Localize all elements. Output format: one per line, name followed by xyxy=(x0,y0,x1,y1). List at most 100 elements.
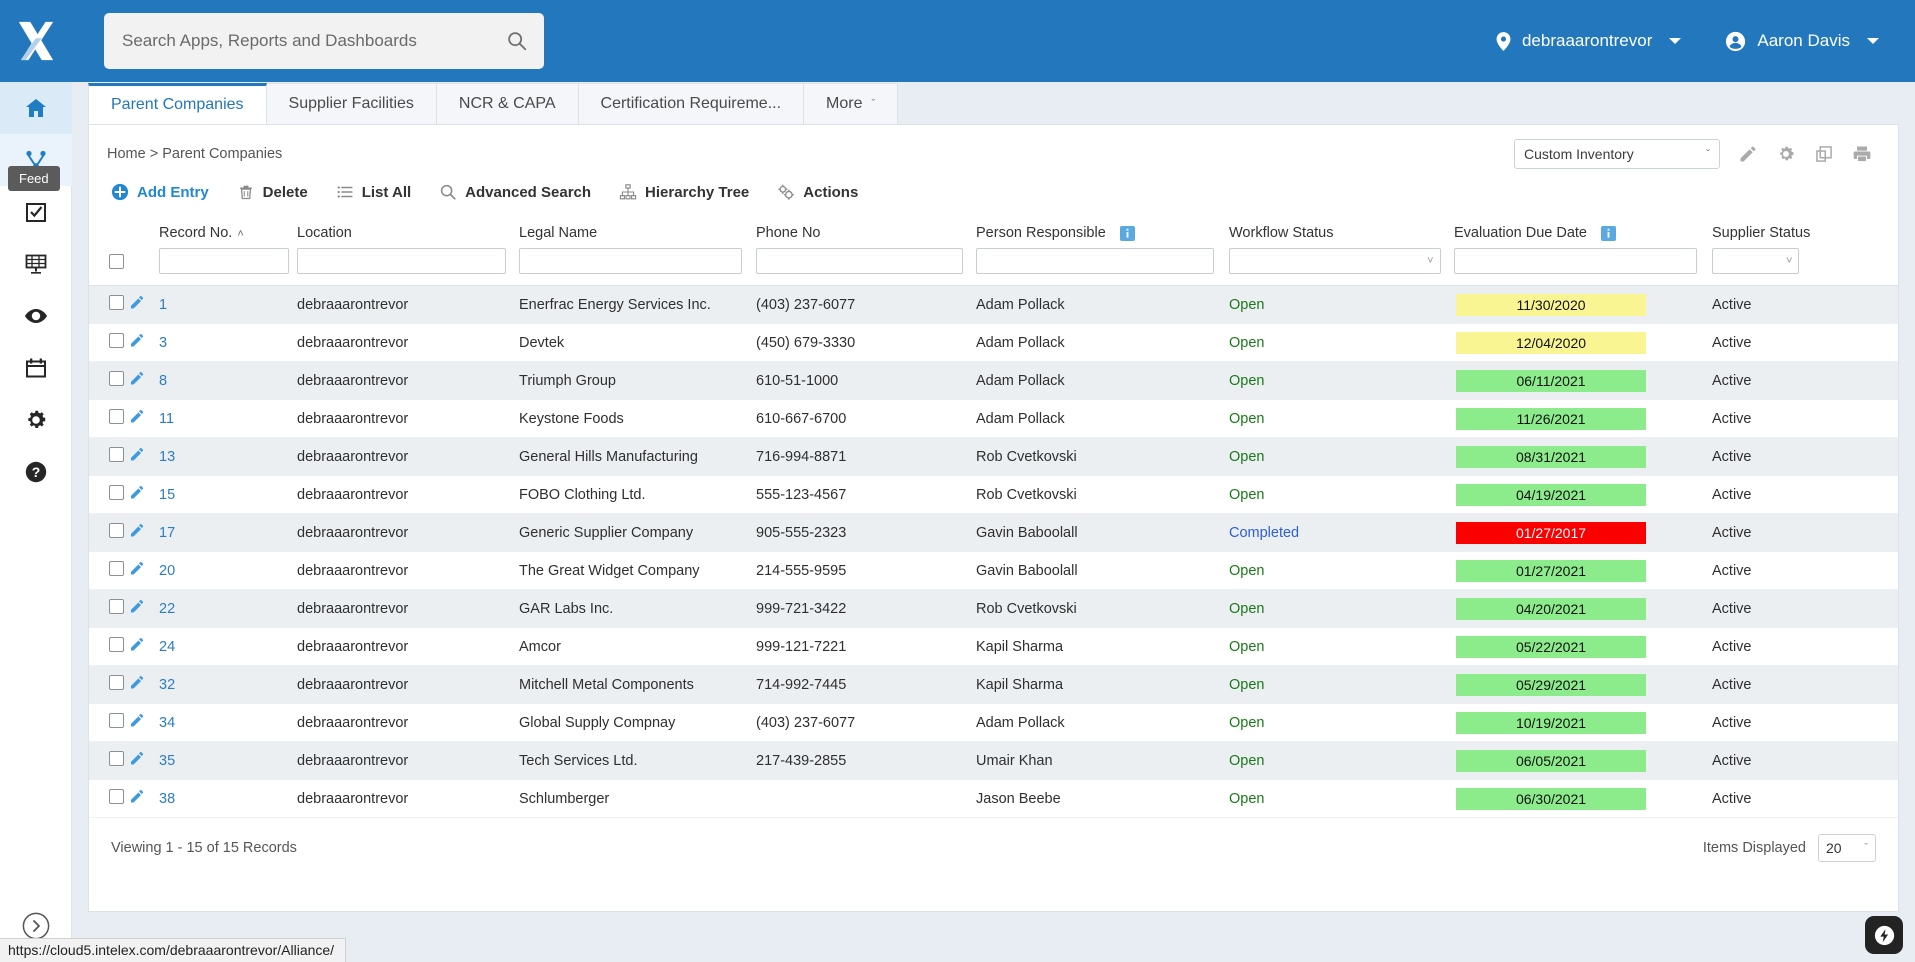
sidebar-item-calendar[interactable] xyxy=(0,342,72,394)
record-no-link[interactable]: 20 xyxy=(159,563,175,579)
table-row[interactable]: 3 debraaarontrevor Devtek (450) 679-3330 Ada… xyxy=(89,323,1898,362)
filter-supplier-status[interactable]: ˅ xyxy=(1712,248,1800,274)
sidebar-item-views[interactable] xyxy=(0,290,72,342)
add-entry-button[interactable]: Add Entry xyxy=(111,183,209,201)
record-no-link[interactable]: 15 xyxy=(159,487,175,503)
record-no-link[interactable]: 13 xyxy=(159,449,175,465)
row-checkbox[interactable] xyxy=(109,333,124,348)
info-icon[interactable] xyxy=(1119,225,1135,241)
row-checkbox[interactable] xyxy=(109,447,124,462)
tab-ncr-capa[interactable]: NCR & CAPA xyxy=(436,83,579,124)
record-no-link[interactable]: 22 xyxy=(159,601,175,617)
record-no-link[interactable]: 1 xyxy=(159,297,167,313)
record-no-link[interactable]: 34 xyxy=(159,715,175,731)
edit-pencil-icon[interactable] xyxy=(129,789,144,804)
filter-workflow-status[interactable]: ˅ xyxy=(1229,248,1441,274)
table-row[interactable]: 35 debraaarontrevor Tech Services Ltd. 217-… xyxy=(89,741,1898,780)
row-checkbox[interactable] xyxy=(109,485,124,500)
record-no-link[interactable]: 38 xyxy=(159,791,175,807)
edit-pencil-icon[interactable] xyxy=(129,447,144,462)
edit-pencil-icon[interactable] xyxy=(129,295,144,310)
filter-phone-no[interactable] xyxy=(756,248,963,274)
search-input[interactable] xyxy=(122,31,506,51)
record-no-link[interactable]: 35 xyxy=(159,753,175,769)
table-row[interactable]: 8 debraaarontrevor Triumph Group 610-51-100… xyxy=(89,361,1898,400)
tab-more[interactable]: More ˇ xyxy=(804,83,899,124)
record-no-link[interactable]: 24 xyxy=(159,639,175,655)
workflow-status-value[interactable]: Completed xyxy=(1229,525,1299,541)
record-no-link[interactable]: 8 xyxy=(159,373,167,389)
select-all-checkbox[interactable] xyxy=(109,254,124,269)
sidebar-collapse-button[interactable] xyxy=(0,912,72,940)
delete-button[interactable]: Delete xyxy=(237,183,308,201)
chevron-down-icon[interactable] xyxy=(1867,38,1879,44)
row-checkbox[interactable] xyxy=(109,713,124,728)
row-checkbox[interactable] xyxy=(109,409,124,424)
sidebar-item-settings[interactable] xyxy=(0,394,72,446)
table-row[interactable]: 20 debraaarontrevor The Great Widget Compa… xyxy=(89,551,1898,590)
table-row[interactable]: 17 debraaarontrevor Generic Supplier Compa… xyxy=(89,513,1898,552)
edit-pencil-icon[interactable] xyxy=(129,485,144,500)
gear-icon[interactable] xyxy=(1776,144,1796,164)
tab-supplier-facilities[interactable]: Supplier Facilities xyxy=(266,83,437,124)
user-menu[interactable]: Aaron Davis xyxy=(1725,31,1879,52)
sidebar-item-tasks[interactable] xyxy=(0,186,72,238)
table-row[interactable]: 38 debraaarontrevor Schlumberger Jason Beeb… xyxy=(89,779,1898,818)
filter-record-no[interactable] xyxy=(159,248,289,274)
advanced-search-button[interactable]: Advanced Search xyxy=(439,183,591,201)
view-selector[interactable]: Custom Inventory ˇ xyxy=(1514,139,1720,169)
table-row[interactable]: 1 debraaarontrevor Enerfrac Energy Service… xyxy=(89,285,1898,324)
info-icon[interactable] xyxy=(1601,225,1617,241)
table-row[interactable]: 11 debraaarontrevor Keystone Foods 610-667-… xyxy=(89,399,1898,438)
filter-person-responsible[interactable] xyxy=(976,248,1214,274)
edit-pencil-icon[interactable] xyxy=(129,409,144,424)
global-search[interactable] xyxy=(104,13,544,69)
tenant-selector[interactable]: debraaarontrevor xyxy=(1496,31,1682,51)
edit-pencil-icon[interactable] xyxy=(129,637,144,652)
row-checkbox[interactable] xyxy=(109,751,124,766)
edit-pencil-icon[interactable] xyxy=(129,523,144,538)
tab-certification-requirements[interactable]: Certification Requireme... xyxy=(578,83,805,124)
edit-pencil-icon[interactable] xyxy=(129,713,144,728)
hierarchy-tree-button[interactable]: Hierarchy Tree xyxy=(619,183,749,201)
record-no-link[interactable]: 32 xyxy=(159,677,175,693)
row-checkbox[interactable] xyxy=(109,295,124,310)
actions-button[interactable]: Actions xyxy=(777,183,858,201)
edit-pencil-icon[interactable] xyxy=(129,561,144,576)
table-row[interactable]: 22 debraaarontrevor GAR Labs Inc. 999-721-3… xyxy=(89,589,1898,628)
sidebar-item-help[interactable]: ? xyxy=(0,446,72,498)
row-checkbox[interactable] xyxy=(109,599,124,614)
row-checkbox[interactable] xyxy=(109,561,124,576)
table-row[interactable]: 24 debraaarontrevor Amcor 999-121-7221 Kapil… xyxy=(89,627,1898,666)
print-icon[interactable] xyxy=(1852,144,1872,164)
app-logo[interactable] xyxy=(0,0,72,82)
assistant-fab-button[interactable] xyxy=(1865,916,1903,954)
search-icon[interactable] xyxy=(506,30,528,52)
filter-location[interactable] xyxy=(297,248,506,274)
row-checkbox[interactable] xyxy=(109,371,124,386)
chevron-down-icon[interactable] xyxy=(1669,38,1682,44)
record-no-link[interactable]: 17 xyxy=(159,525,175,541)
table-row[interactable]: 32 debraaarontrevor Mitchell Metal Compone… xyxy=(89,665,1898,704)
edit-pencil-icon[interactable] xyxy=(1738,144,1758,164)
filter-legal-name[interactable] xyxy=(519,248,742,274)
filter-evaluation-due-date[interactable] xyxy=(1454,248,1697,274)
items-displayed-select[interactable]: 20 ˇ xyxy=(1818,834,1876,862)
edit-pencil-icon[interactable] xyxy=(129,751,144,766)
sidebar-item-home[interactable] xyxy=(0,82,72,134)
tab-parent-companies[interactable]: Parent Companies xyxy=(88,83,267,124)
table-row[interactable]: 15 debraaarontrevor FOBO Clothing Ltd. 555-… xyxy=(89,475,1898,514)
sort-asc-icon[interactable]: ˄ xyxy=(237,228,243,240)
table-row[interactable]: 34 debraaarontrevor Global Supply Compnay(… xyxy=(89,703,1898,742)
table-row[interactable]: 13 debraaarontrevor General Hills Manufact… xyxy=(89,437,1898,476)
edit-pencil-icon[interactable] xyxy=(129,371,144,386)
row-checkbox[interactable] xyxy=(109,523,124,538)
sidebar-item-dashboards[interactable] xyxy=(0,238,72,290)
record-no-link[interactable]: 3 xyxy=(159,335,167,351)
copy-icon[interactable] xyxy=(1814,144,1834,164)
edit-pencil-icon[interactable] xyxy=(129,333,144,348)
row-checkbox[interactable] xyxy=(109,637,124,652)
edit-pencil-icon[interactable] xyxy=(129,599,144,614)
row-checkbox[interactable] xyxy=(109,789,124,804)
edit-pencil-icon[interactable] xyxy=(129,675,144,690)
